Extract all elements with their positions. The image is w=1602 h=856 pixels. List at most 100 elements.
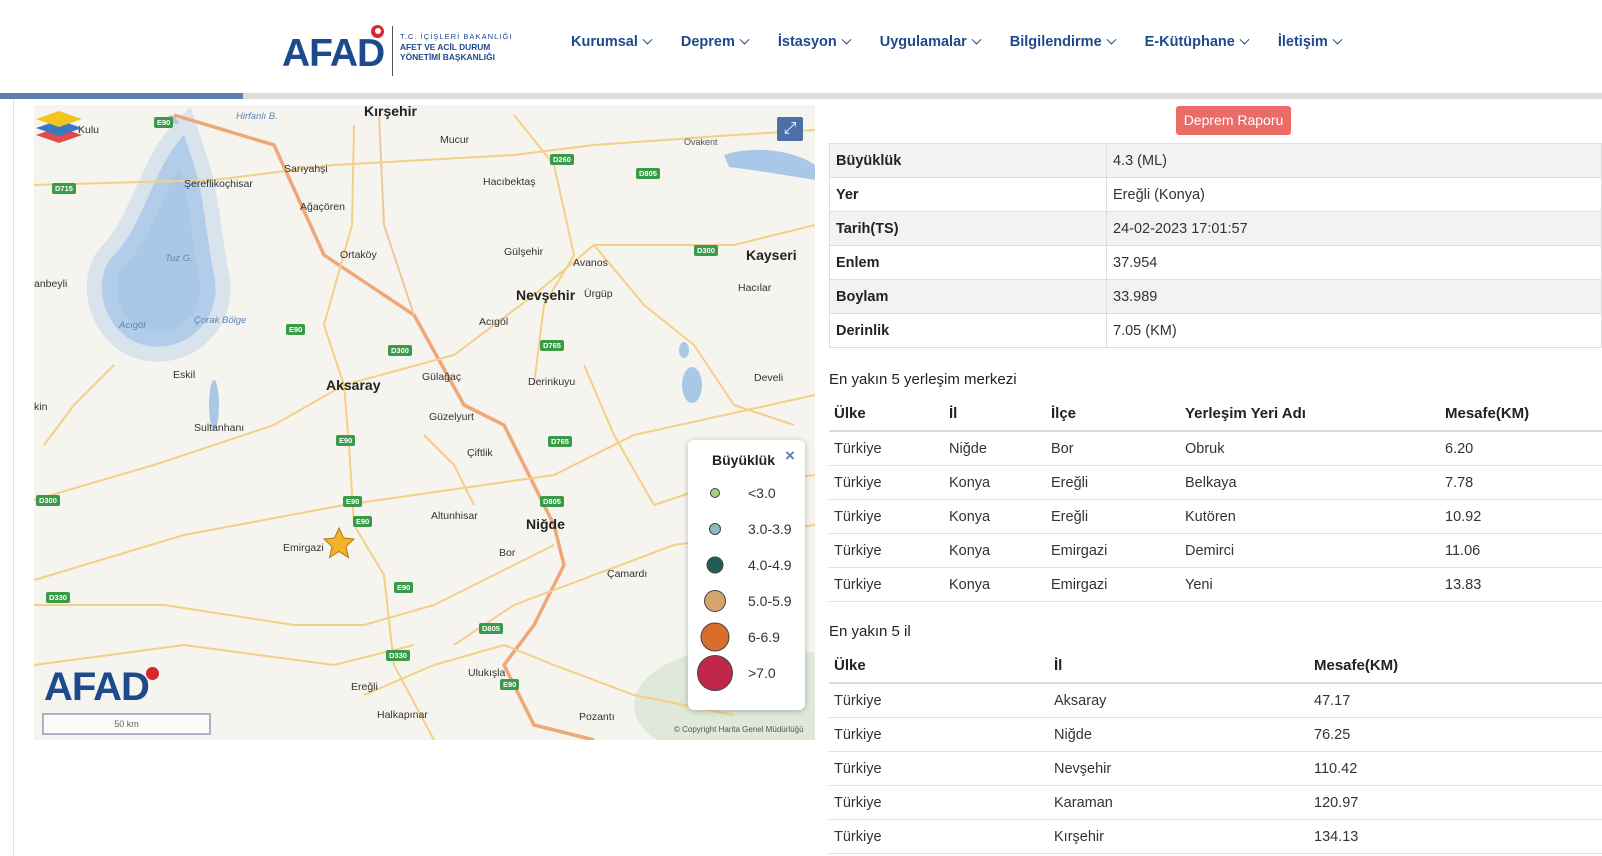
info-row: Boylam 33.989	[829, 279, 1602, 314]
table-cell: Türkiye	[829, 819, 1049, 854]
epicenter-star-icon[interactable]	[323, 527, 355, 559]
map-label: Altunhisar	[431, 510, 478, 522]
road-shield: E90	[154, 117, 174, 128]
table-row: Türkiye Karaman 120.97	[829, 785, 1602, 820]
table-cell: Tarih(TS)	[829, 211, 1107, 246]
table-cell: Ereğli	[1046, 465, 1180, 500]
chevron-down-icon	[971, 34, 982, 45]
chevron-down-icon	[1106, 34, 1117, 45]
map-label: Güzelyurt	[429, 411, 474, 423]
turkish-flag-icon	[146, 667, 159, 680]
map-label: Mucur	[440, 134, 470, 146]
nav-deprem[interactable]: Deprem	[681, 34, 750, 50]
legend-dot	[700, 622, 730, 652]
fullscreen-button[interactable]: ⤢	[777, 117, 803, 141]
map-label: Çamardı	[607, 568, 648, 580]
map-label-kirsehir: Kırşehir	[364, 105, 417, 119]
road-shield: E90	[394, 582, 414, 593]
legend-item: 3.0-3.9	[688, 514, 805, 544]
map-label: Ürgüp	[584, 288, 613, 300]
table-cell: Kutören	[1180, 499, 1440, 534]
legend-item: <3.0	[688, 478, 805, 508]
table-cell: 76.25	[1309, 717, 1602, 752]
table-cell: Yeni	[1180, 567, 1440, 602]
table-row: Türkiye Konya Emirgazi Demirci 11.06	[829, 533, 1602, 568]
map-label: Sarıyahşi	[284, 163, 328, 175]
table-cell: Konya	[944, 499, 1046, 534]
table-row: Türkiye Nevşehir 110.42	[829, 751, 1602, 786]
map-water-label: Acıgöl	[119, 320, 146, 331]
map-label-kayseri: Kayseri	[746, 247, 797, 263]
table-cell: Ereğli (Konya)	[1106, 177, 1602, 212]
map-label: Ovakent	[684, 137, 718, 147]
legend-title: Büyüklük	[712, 452, 776, 468]
table-cell: Türkiye	[829, 717, 1049, 752]
table-row: Türkiye Aksaray 47.17	[829, 683, 1602, 718]
table-cell: Türkiye	[829, 533, 944, 568]
table-cell: 11.06	[1440, 533, 1602, 568]
table-cell: Belkaya	[1180, 465, 1440, 500]
table-cell: Emirgazi	[1046, 533, 1180, 568]
nearest-settlements-table: Ülke İl İlçe Yerleşim Yeri Adı Mesafe(KM…	[829, 396, 1602, 602]
table-cell: Demirci	[1180, 533, 1440, 568]
table-cell: 10.92	[1440, 499, 1602, 534]
table-cell: Türkiye	[829, 683, 1049, 718]
logo-text: AFAD	[282, 32, 385, 75]
legend-dot	[709, 523, 721, 535]
table-cell: Konya	[944, 567, 1046, 602]
map-label: Şereflikoçhisar	[184, 178, 253, 190]
road-shield: E90	[336, 435, 356, 446]
nav-kurumsal[interactable]: Kurumsal	[571, 34, 653, 50]
map-label: Halkapınar	[377, 709, 428, 721]
table-cell: Konya	[944, 465, 1046, 500]
info-row: Büyüklük 4.3 (ML)	[829, 143, 1602, 178]
table-cell: 47.17	[1309, 683, 1602, 718]
road-shield: D765	[548, 436, 572, 447]
nav-uygulamalar[interactable]: Uygulamalar	[880, 34, 982, 50]
table-cell: Derinlik	[829, 313, 1107, 348]
table-header: Ülke İl İlçe Yerleşim Yeri Adı Mesafe(KM…	[829, 396, 1602, 432]
map-label: Bor	[499, 547, 516, 559]
table-header: Ülke İl Mesafe(KM)	[829, 648, 1602, 684]
chevron-down-icon	[1239, 34, 1250, 45]
table-cell: 7.05 (KM)	[1106, 313, 1602, 348]
map-label: Develi	[754, 372, 784, 384]
road-shield: E90	[353, 516, 373, 527]
nearest-provinces-table: Ülke İl Mesafe(KM) Türkiye Aksaray 47.17 T…	[829, 648, 1602, 854]
nav-istasyon[interactable]: İstasyon	[778, 34, 852, 50]
legend-item: 4.0-4.9	[688, 550, 805, 580]
magnitude-legend: Büyüklük × <3.0 3.0-3.9 4.0-4.9 5.0-5.9 …	[688, 440, 805, 710]
map-label: Emirgazi	[283, 542, 324, 554]
nav-bilgilendirme[interactable]: Bilgilendirme	[1010, 34, 1117, 50]
info-row: Yer Ereğli (Konya)	[829, 177, 1602, 212]
map-label: Hacıbektaş	[483, 176, 536, 188]
map-label: Sultanhanı	[194, 422, 245, 434]
table-cell: 37.954	[1106, 245, 1602, 280]
table-cell: Emirgazi	[1046, 567, 1180, 602]
earthquake-report-button[interactable]: Deprem Raporu	[1176, 106, 1291, 135]
chevron-down-icon	[642, 34, 653, 45]
table-row: Türkiye Niğde Bor Obruk 6.20	[829, 431, 1602, 466]
map-label: Gülşehir	[504, 246, 544, 258]
map-water-label: Çorak Bölge	[194, 315, 247, 326]
table-row: Türkiye Konya Emirgazi Yeni 13.83	[829, 567, 1602, 602]
site-header: AFAD T.C. İÇİŞLERİ BAKANLIĞI AFET VE ACİ…	[0, 0, 1602, 93]
map-label: Avanos	[573, 257, 608, 269]
map-scale: 50 km	[42, 713, 211, 735]
map-label: Ulukışla	[468, 667, 506, 679]
nav-iletisim[interactable]: İletişim	[1278, 34, 1343, 50]
table-cell: Enlem	[829, 245, 1107, 280]
chevron-down-icon	[1332, 34, 1343, 45]
road-shield: D805	[479, 623, 503, 634]
legend-close-icon[interactable]: ×	[785, 446, 795, 466]
table-cell: 24-02-2023 17:01:57	[1106, 211, 1602, 246]
nearest-provinces-title: En yakın 5 il	[829, 623, 911, 640]
map-afad-logo: AFAD	[44, 665, 150, 709]
nav-e-kutuphane[interactable]: E-Kütüphane	[1145, 34, 1250, 50]
info-row: Tarih(TS) 24-02-2023 17:01:57	[829, 211, 1602, 246]
road-shield: D805	[636, 168, 660, 179]
legend-dot	[710, 488, 720, 498]
table-cell: Türkiye	[829, 751, 1049, 786]
table-cell: Türkiye	[829, 785, 1049, 820]
layers-icon[interactable]	[34, 105, 84, 151]
